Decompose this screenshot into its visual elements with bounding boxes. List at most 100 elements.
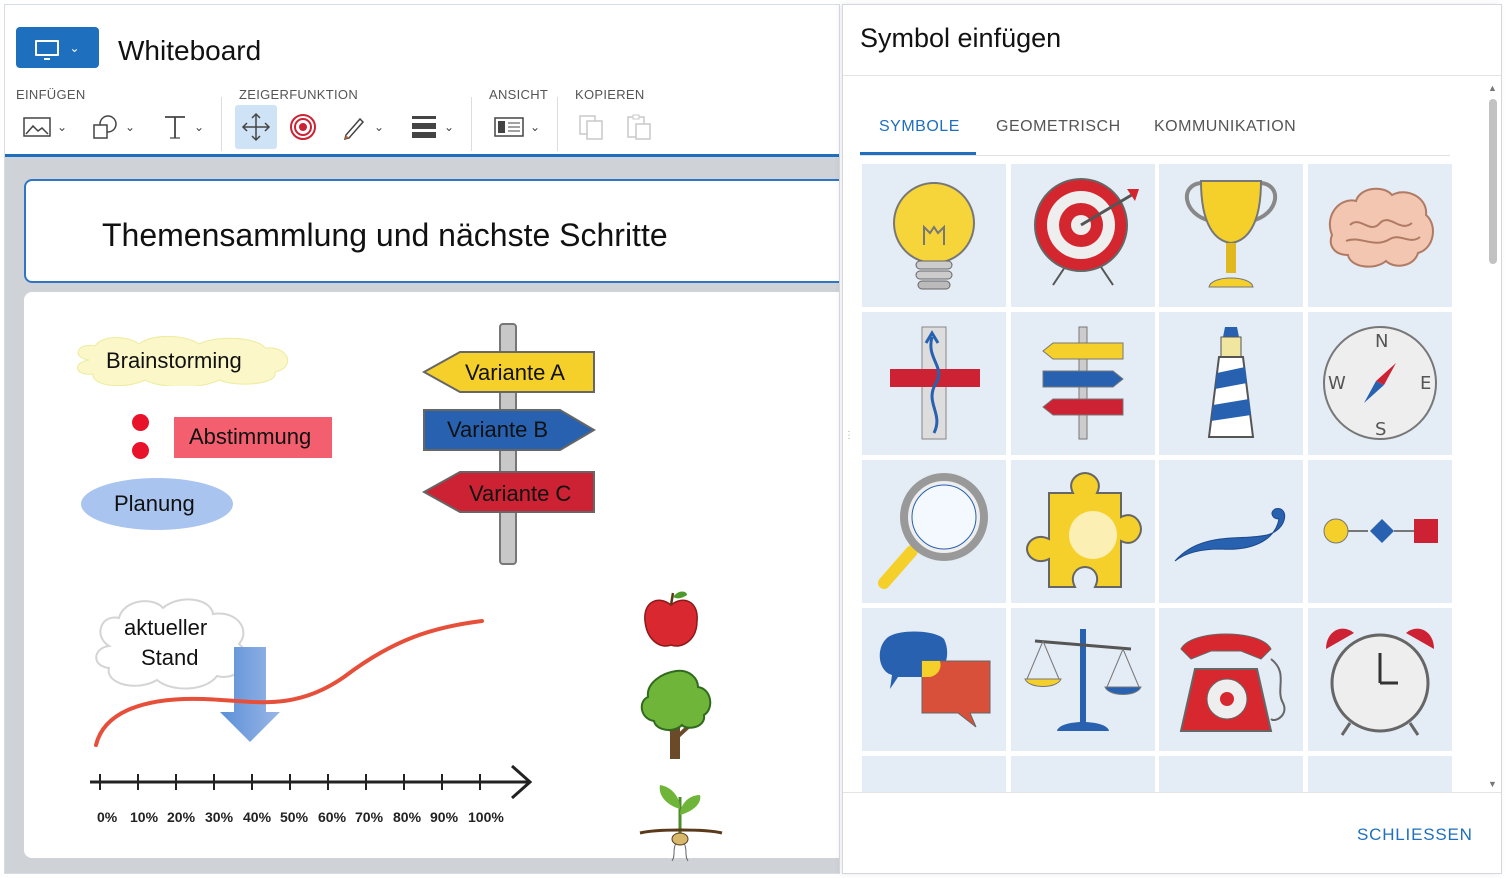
variante-b-label: Variante B xyxy=(447,417,548,443)
symbol-crossing[interactable] xyxy=(862,312,1006,455)
red-dot[interactable] xyxy=(132,442,149,459)
chevron-down-icon: ⌄ xyxy=(530,120,540,134)
wave-icon xyxy=(1171,471,1291,591)
axis-tick-label: 20% xyxy=(167,809,195,825)
text-icon xyxy=(162,114,188,140)
paste-icon xyxy=(625,113,653,141)
axis-tick-label: 30% xyxy=(205,809,233,825)
svg-text:S: S xyxy=(1375,419,1386,440)
symbol-grid: NS WE xyxy=(862,164,1452,792)
alarm-clock-icon xyxy=(1320,619,1440,739)
progress-curve[interactable] xyxy=(84,617,504,757)
brainstorming-label: Brainstorming xyxy=(106,348,242,374)
symbol-compass[interactable]: NS WE xyxy=(1308,312,1452,455)
app-header: ⌄ Whiteboard EINFÜGEN ZEIGERFUNKTION ANS… xyxy=(5,5,839,155)
variante-c-label: Variante C xyxy=(469,481,571,507)
svg-text:E: E xyxy=(1420,373,1431,394)
symbol-target[interactable] xyxy=(1011,164,1155,307)
abstimmung-label: Abstimmung xyxy=(189,424,311,450)
target-icon xyxy=(1023,175,1143,295)
symbol-grid-scrollbar[interactable]: ▲ ▼ xyxy=(1486,81,1498,793)
tab-symbole[interactable]: SYMBOLE xyxy=(879,118,960,136)
insert-shape-button[interactable]: ⌄ xyxy=(85,105,141,149)
symbol-wave[interactable] xyxy=(1159,460,1303,603)
dialog-footer-divider xyxy=(843,792,1501,793)
axis-tick-label: 100% xyxy=(468,809,504,825)
seedling-icon[interactable] xyxy=(636,777,726,862)
symbol-partial[interactable] xyxy=(862,756,1006,792)
symbol-alarm-clock[interactable] xyxy=(1308,608,1452,751)
puzzle-icon xyxy=(1023,471,1143,591)
scroll-down-arrow-icon[interactable]: ▼ xyxy=(1488,779,1497,789)
close-button[interactable]: SCHLIESSEN xyxy=(1357,825,1473,845)
symbol-signpost[interactable] xyxy=(1011,312,1155,455)
group-label-pointer: ZEIGERFUNKTION xyxy=(239,87,358,102)
toolbar-divider xyxy=(557,97,558,151)
tabs-divider xyxy=(860,155,1450,156)
axis-tick-label: 0% xyxy=(97,809,117,825)
symbol-lightbulb[interactable] xyxy=(862,164,1006,307)
monitor-icon xyxy=(35,40,59,56)
symbol-partial[interactable] xyxy=(1159,756,1303,792)
tab-geometrisch[interactable]: GEOMETRISCH xyxy=(996,118,1121,136)
crossing-icon xyxy=(874,323,994,443)
symbol-trophy[interactable] xyxy=(1159,164,1303,307)
speech-bubbles-icon xyxy=(874,619,994,739)
symbol-scales[interactable] xyxy=(1011,608,1155,751)
lightbulb-icon xyxy=(874,175,994,295)
pen-tool-button[interactable]: ⌄ xyxy=(333,105,391,149)
group-label-insert: EINFÜGEN xyxy=(16,87,86,102)
laser-pointer-button[interactable] xyxy=(285,105,321,149)
resize-grip-icon[interactable]: ⋮ xyxy=(844,430,854,441)
compass-icon: NS WE xyxy=(1320,323,1440,443)
whiteboard-surface[interactable]: Brainstorming Abstimmung Planung Variant… xyxy=(24,292,840,858)
symbol-puzzle[interactable] xyxy=(1011,460,1155,603)
symbol-brain[interactable] xyxy=(1308,164,1452,307)
view-switch-button[interactable]: ⌄ xyxy=(16,27,99,68)
insert-text-button[interactable]: ⌄ xyxy=(155,105,211,149)
signpost-graphic[interactable] xyxy=(422,322,597,567)
axis-tick-label: 70% xyxy=(355,809,383,825)
presentation-icon xyxy=(494,116,524,138)
telephone-icon xyxy=(1171,619,1291,739)
canvas-area[interactable]: Themensammlung und nächste Schritte Brai… xyxy=(5,157,839,874)
axis-tick-label: 60% xyxy=(318,809,346,825)
board-title-card[interactable]: Themensammlung und nächste Schritte xyxy=(24,179,840,283)
variante-a-label: Variante A xyxy=(465,360,565,386)
line-style-button[interactable]: ⌄ xyxy=(403,105,461,149)
symbol-telephone[interactable] xyxy=(1159,608,1303,751)
shapes-icon xyxy=(91,114,119,140)
tab-kommunikation[interactable]: KOMMUNIKATION xyxy=(1154,118,1296,136)
chevron-down-icon: ⌄ xyxy=(125,120,135,134)
chevron-down-icon: ⌄ xyxy=(444,120,454,134)
apple-icon[interactable] xyxy=(639,587,703,652)
brain-icon xyxy=(1320,175,1440,295)
board-title: Themensammlung und nächste Schritte xyxy=(102,217,668,254)
chevron-down-icon: ⌄ xyxy=(57,120,67,134)
chevron-down-icon: ⌄ xyxy=(194,120,204,134)
scrollbar-thumb[interactable] xyxy=(1489,99,1497,264)
copy-button[interactable] xyxy=(573,105,609,149)
insert-image-button[interactable]: ⌄ xyxy=(17,105,73,149)
view-options-button[interactable]: ⌄ xyxy=(487,105,547,149)
symbol-lighthouse[interactable] xyxy=(1159,312,1303,455)
scales-icon xyxy=(1023,619,1143,739)
red-dot[interactable] xyxy=(132,414,149,431)
tree-icon[interactable] xyxy=(636,667,716,762)
symbol-magnifier[interactable] xyxy=(862,460,1006,603)
pencil-icon xyxy=(340,113,368,141)
symbol-process-flow[interactable] xyxy=(1308,460,1452,603)
planung-label: Planung xyxy=(114,491,195,517)
axis-tick-label: 90% xyxy=(430,809,458,825)
magnifier-icon xyxy=(874,471,994,591)
scroll-up-arrow-icon[interactable]: ▲ xyxy=(1488,83,1497,93)
line-weight-icon xyxy=(410,114,438,140)
move-tool-button[interactable] xyxy=(235,105,277,149)
paste-button[interactable] xyxy=(621,105,657,149)
group-label-copy: KOPIEREN xyxy=(575,87,645,102)
symbol-speech-bubbles[interactable] xyxy=(862,608,1006,751)
symbol-partial[interactable] xyxy=(1011,756,1155,792)
axis-tick-label: 10% xyxy=(130,809,158,825)
toolbar-divider xyxy=(221,97,222,151)
symbol-partial[interactable] xyxy=(1308,756,1452,792)
